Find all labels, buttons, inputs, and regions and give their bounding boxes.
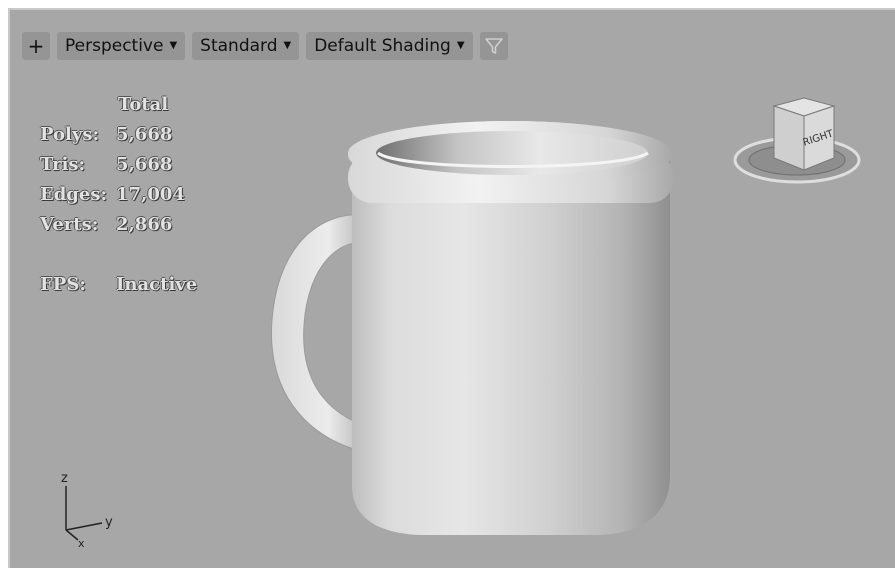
statistics-overlay: Total Polys: 5,668 Tris: 5,668 Edges: 17… [40, 90, 197, 300]
plus-label: + [27, 34, 45, 58]
stats-header: Total [118, 94, 169, 115]
chevron-down-icon: ▼ [169, 40, 178, 51]
shading-label: Default Shading [314, 36, 451, 56]
tris-value: 5,668 [116, 154, 173, 175]
fps-label: FPS: [40, 274, 86, 295]
funnel-icon [484, 38, 503, 54]
filter-button[interactable] [479, 32, 508, 60]
verts-label: Verts: [40, 214, 99, 235]
stats-verts-row: Verts: 2,866 [40, 210, 197, 240]
render-mode-label: Standard [200, 36, 278, 56]
verts-value: 2,866 [116, 214, 173, 235]
mug-opening [376, 131, 648, 175]
viewport[interactable]: + Perspective ▼ Standard ▼ Default Shadi… [8, 8, 895, 568]
point-of-view-label: Perspective [65, 36, 164, 56]
edges-label: Edges: [40, 184, 108, 205]
stats-polys-row: Polys: 5,668 [40, 120, 197, 150]
general-viewport-menu-button[interactable]: + [22, 32, 50, 60]
chevron-down-icon: ▼ [456, 40, 465, 51]
tris-label: Tris: [40, 154, 86, 175]
render-mode-menu-button[interactable]: Standard ▼ [192, 32, 300, 60]
axis-y-label: y [105, 515, 113, 530]
stats-fps-row: FPS: Inactive [40, 270, 197, 300]
axis-x-label: x [78, 537, 85, 548]
viewport-toolbar: + Perspective ▼ Standard ▼ Default Shadi… [22, 32, 508, 60]
viewcube[interactable]: RIGHT [722, 88, 872, 198]
axis-tripod: z y x [61, 471, 113, 548]
polys-label: Polys: [40, 124, 100, 145]
edges-value: 17,004 [116, 184, 185, 205]
axis-z-label: z [61, 471, 68, 486]
stats-tris-row: Tris: 5,668 [40, 150, 197, 180]
fps-value: Inactive [116, 274, 198, 295]
point-of-view-menu-button[interactable]: Perspective ▼ [57, 32, 186, 60]
shading-menu-button[interactable]: Default Shading ▼ [306, 32, 473, 60]
polys-value: 5,668 [116, 124, 173, 145]
mug-model[interactable] [260, 115, 690, 555]
mug-body [352, 155, 670, 535]
stats-spacer [40, 240, 197, 270]
stats-edges-row: Edges: 17,004 [40, 180, 197, 210]
chevron-down-icon: ▼ [283, 40, 292, 51]
